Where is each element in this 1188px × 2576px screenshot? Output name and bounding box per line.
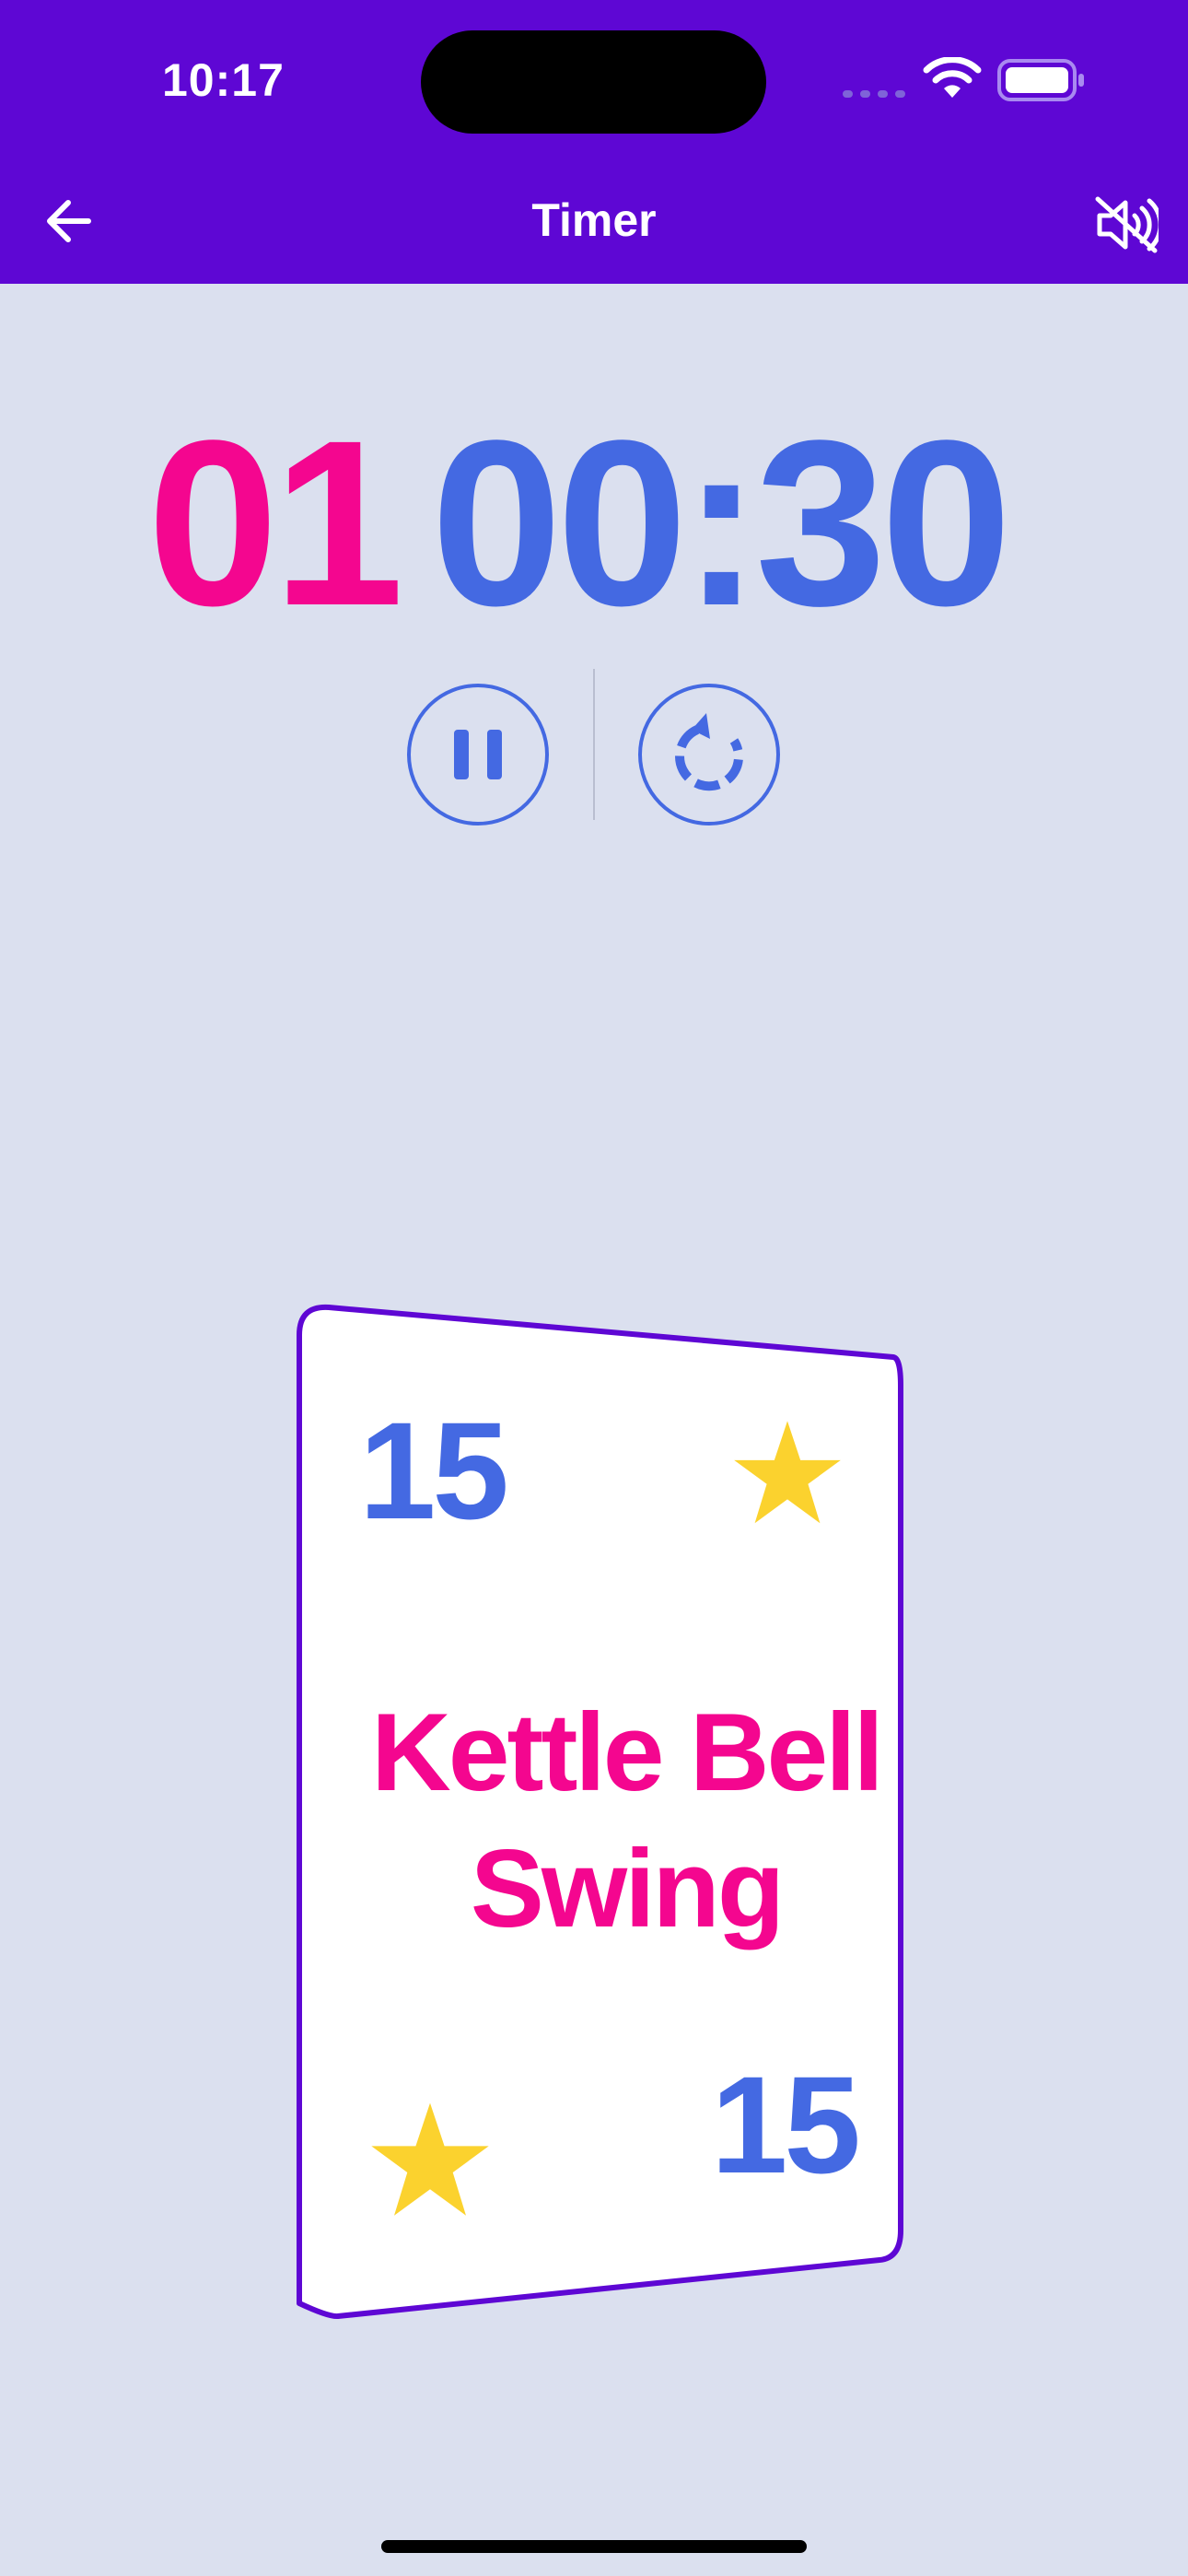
- cellular-signal-icon: [843, 90, 905, 98]
- exercise-name-line1: Kettle Bell: [371, 1691, 884, 1814]
- timer-display: 01 00:30: [0, 404, 1188, 643]
- exercise-name: Kettle Bell Swing: [341, 1684, 912, 1957]
- wifi-icon: [923, 57, 982, 98]
- battery-icon: [997, 59, 1084, 101]
- pause-button[interactable]: [407, 684, 549, 825]
- home-indicator[interactable]: [381, 2540, 807, 2553]
- pause-icon: [454, 730, 502, 779]
- speaker-muted-icon[interactable]: [1094, 195, 1159, 254]
- reps-top: 15: [359, 1393, 509, 1548]
- nav-header: 10:17 Timer: [0, 0, 1188, 284]
- exercise-card[interactable]: 15 Kettle Bell Swing 15: [285, 1290, 930, 2340]
- star-icon: [734, 1421, 841, 1524]
- page-title: Timer: [531, 194, 657, 246]
- reset-icon: [675, 713, 744, 791]
- status-time: 10:17: [162, 54, 285, 106]
- dynamic-island: [421, 30, 766, 134]
- lap-counter: 01: [147, 392, 404, 655]
- star-icon: [371, 2102, 489, 2216]
- controls-divider: [593, 669, 595, 820]
- reps-bottom: 15: [711, 2047, 861, 2202]
- exercise-name-line2: Swing: [470, 1827, 785, 1950]
- reset-button[interactable]: [638, 684, 780, 825]
- countdown-clock: 00:30: [431, 392, 1012, 655]
